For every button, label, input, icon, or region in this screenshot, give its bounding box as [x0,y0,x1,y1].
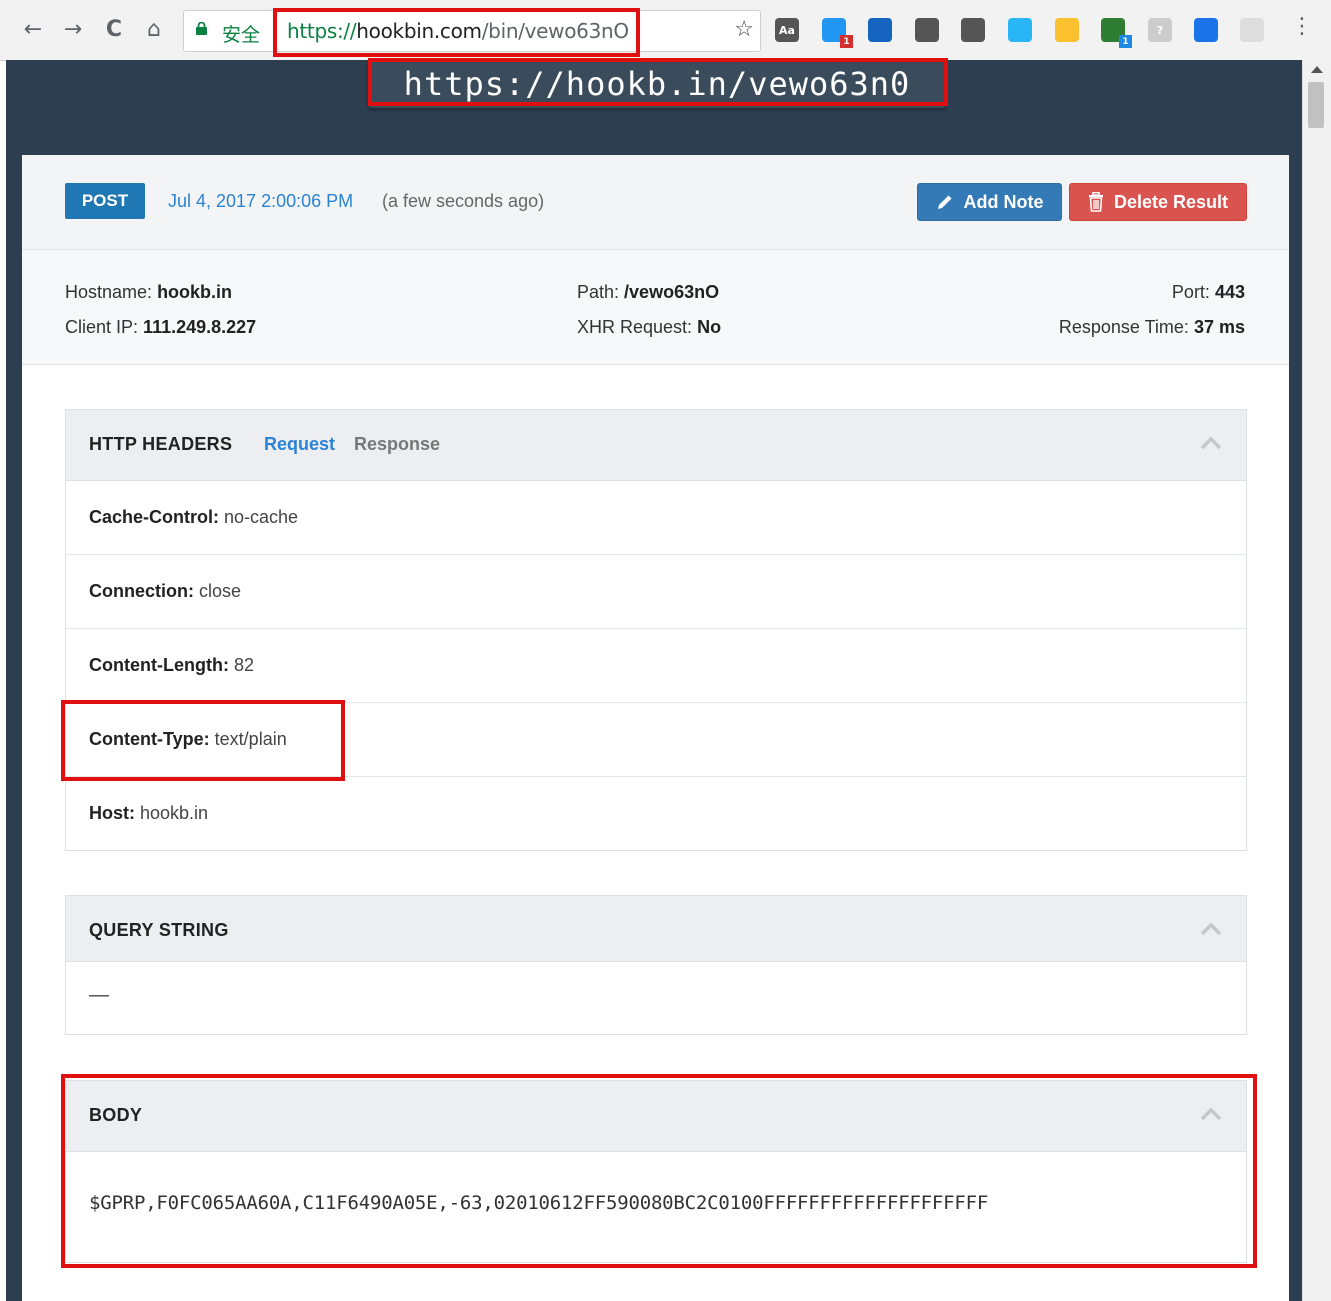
address-highlight-box [273,8,640,57]
home-icon[interactable]: ⌂ [140,14,168,44]
hostname-label: Hostname: [65,282,153,302]
bin-url-highlight-box [368,58,948,106]
query-string-panel: QUERY STRING — [65,895,1247,1035]
query-string-value: — [89,984,109,1006]
response-time-label: Response Time: [1058,317,1189,337]
port-label: Port: [1171,282,1210,302]
header-value: no-cache [224,507,299,527]
query-string-title: QUERY STRING [89,920,229,940]
path-value: /vewo63nO [624,282,720,302]
client-ip-item: Client IP: 111.249.8.227 [65,317,256,338]
header-value: 82 [233,655,255,675]
window-extension-icon[interactable] [868,18,892,42]
header-text: Content-Length: 82 [89,655,254,676]
help-extension-label: ? [1156,23,1164,37]
xhr-value: No [697,317,722,337]
checkmark-extension-icon[interactable]: 1 [822,18,853,48]
hostname-value: hookb.in [157,282,233,302]
dictionary-extension-icon[interactable]: Aa [775,18,799,42]
browser-toolbar: ← → C ⌂ 安全 https://hookbin.com/bin/vewo6… [0,0,1331,61]
reload-icon[interactable]: C [100,14,128,44]
header-row: Connection: close [66,555,1246,629]
browser-menu-icon[interactable]: ⋮ [1291,14,1313,39]
secure-label: 安全 [222,24,261,46]
header-value: close [199,581,242,601]
chevron-up-icon[interactable] [1200,436,1222,450]
content-type-highlight-box [61,700,345,781]
extension-badge: 1 [840,35,853,48]
add-note-button[interactable]: Add Note [917,183,1062,221]
port-value: 443 [1214,282,1245,302]
forward-icon[interactable]: → [59,14,87,44]
trash-icon [1088,192,1103,212]
header-text: Host: hookb.in [89,803,208,824]
header-row: Cache-Control: no-cache [66,481,1246,555]
port-item: Port: 443 [1172,282,1245,303]
add-note-label: Add Note [963,191,1044,212]
relative-time: (a few seconds ago) [382,191,545,211]
delete-result-label: Delete Result [1113,191,1229,212]
request-timestamp[interactable]: Jul 4, 2017 2:00:06 PM [168,191,353,212]
path-item: Path: /vewo63nO [577,282,719,303]
client-ip-value: 111.249.8.227 [143,317,257,337]
header-text: Cache-Control: no-cache [89,507,298,528]
chat-extension-icon[interactable]: 1 [1101,18,1132,48]
query-string-row: — [66,962,1246,1034]
body-highlight-box [61,1074,1257,1268]
header-key: Content-Length: [89,655,229,675]
help-extension-icon[interactable]: ? [1148,18,1172,42]
response-time-value: 37 ms [1193,317,1245,337]
sync-extension-icon[interactable] [961,18,985,42]
header-row: Content-Length: 82 [66,629,1246,703]
http-headers-title: HTTP HEADERS [89,434,233,454]
header-text: Connection: close [89,581,241,602]
header-key: Connection: [89,581,194,601]
translate-extension-icon[interactable] [1194,18,1218,42]
request-header: POST Jul 4, 2017 2:00:06 PM (a few secon… [22,155,1289,250]
back-icon[interactable]: ← [19,14,47,44]
http-headers-heading: HTTP HEADERS Request Response [66,410,1246,481]
circle-extension-icon[interactable] [1008,18,1032,42]
bookmark-star-icon[interactable]: ☆ [734,17,754,42]
delete-result-button[interactable]: Delete Result [1069,183,1247,221]
xhr-label: XHR Request: [577,317,693,337]
scrollbar[interactable] [1302,60,1331,1301]
image-extension-icon[interactable] [1240,18,1264,42]
hostname-item: Hostname: hookb.in [65,282,232,303]
header-row: Host: hookb.in [66,777,1246,850]
http-headers-list: Cache-Control: no-cache Connection: close… [66,481,1246,850]
request-meta: Hostname: hookb.in Client IP: 111.249.8.… [22,250,1289,365]
moon-extension-icon[interactable] [1055,18,1079,42]
scroll-up-arrow-icon[interactable] [1311,66,1323,73]
tab-response[interactable]: Response [354,434,440,455]
xhr-item: XHR Request: No [577,317,721,338]
response-time-item: Response Time: 37 ms [1059,317,1245,338]
query-string-heading: QUERY STRING [66,896,1246,962]
chevron-up-icon[interactable] [1200,922,1222,936]
method-badge: POST [65,183,145,219]
pocket-extension-icon[interactable] [915,18,939,42]
path-label: Path: [577,282,620,302]
tab-request[interactable]: Request [264,434,335,455]
lock-icon [196,22,207,35]
header-key: Host: [89,803,135,823]
client-ip-label: Client IP: [65,317,139,337]
pencil-icon [937,195,951,209]
http-headers-panel: HTTP HEADERS Request Response Cache-Cont… [65,409,1247,851]
extension-badge: 1 [1119,35,1132,48]
dictionary-extension-label: Aa [779,23,795,37]
header-key: Cache-Control: [89,507,219,527]
header-value: hookb.in [140,803,209,823]
scroll-thumb[interactable] [1308,82,1324,128]
